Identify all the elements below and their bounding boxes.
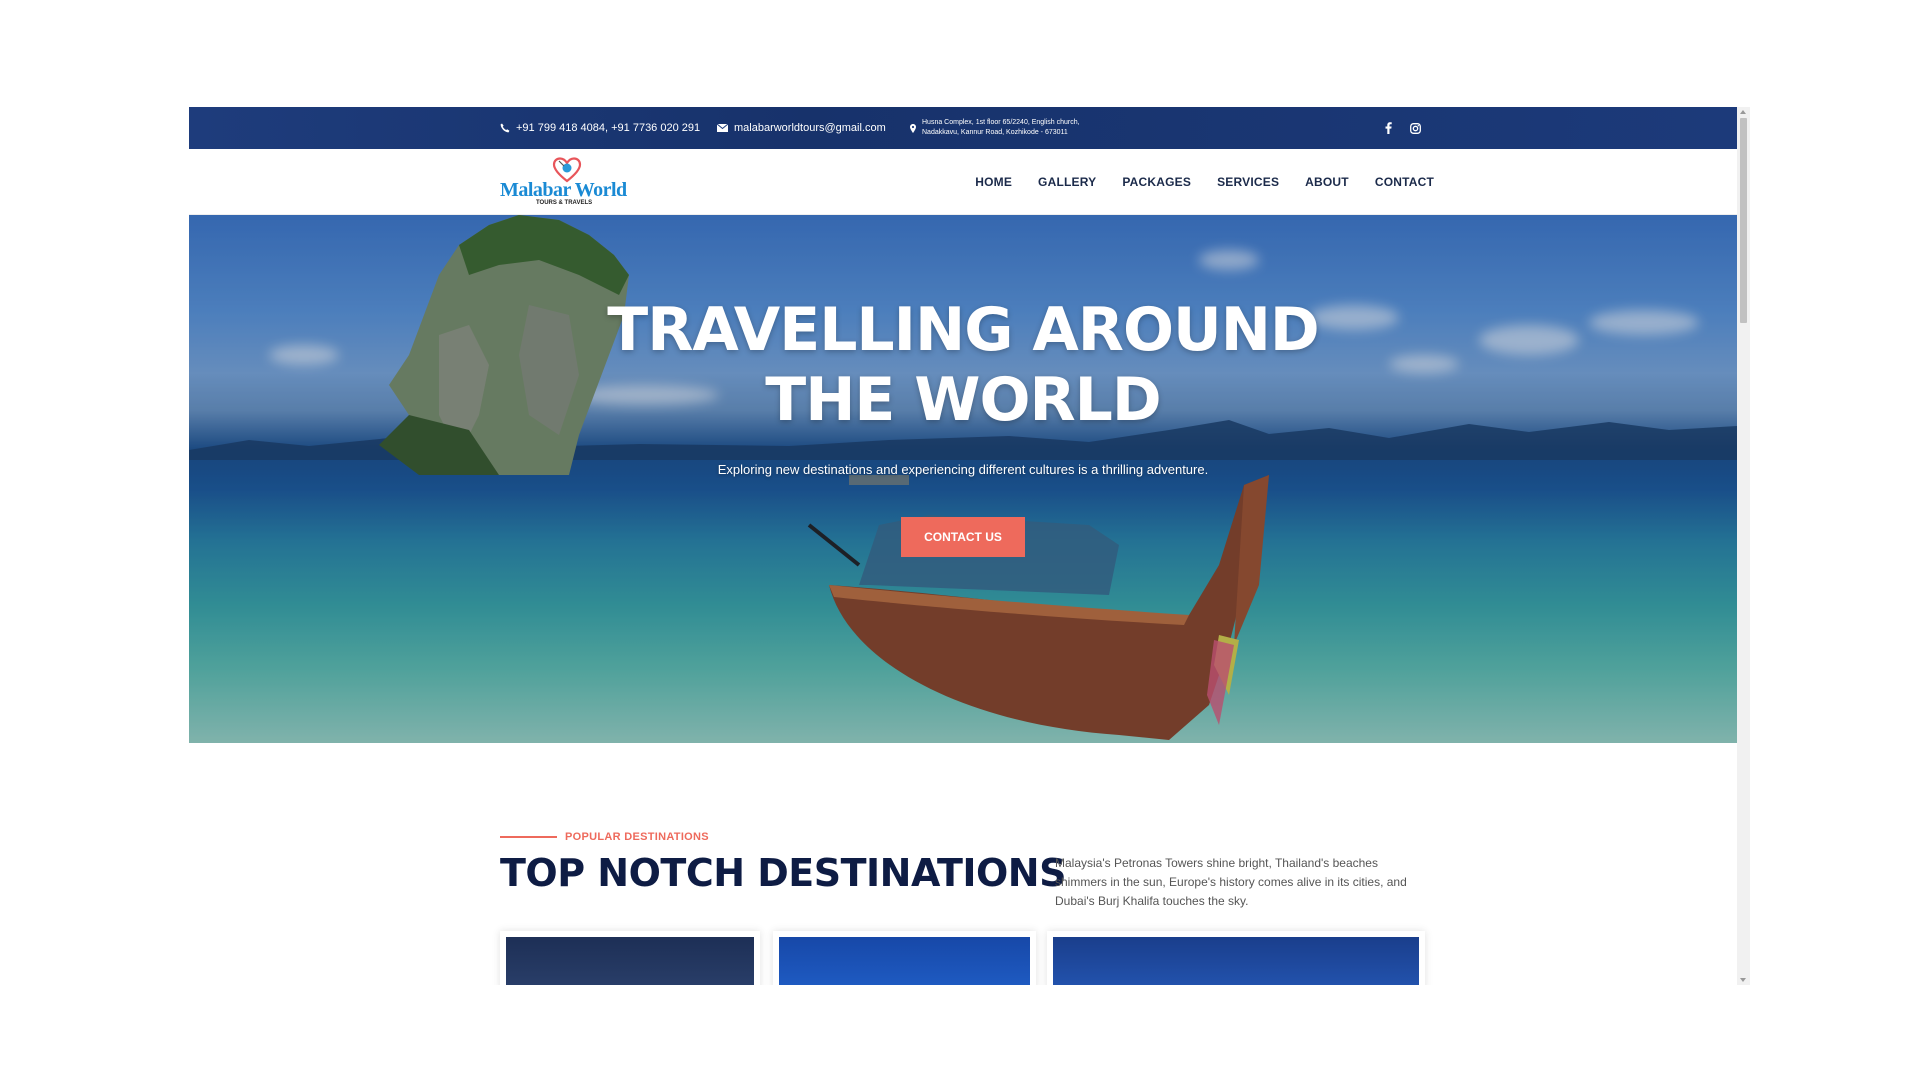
destination-image	[506, 937, 754, 985]
envelope-icon	[717, 124, 728, 132]
contact-us-button[interactable]: CONTACT US	[901, 517, 1025, 557]
top-info-bar: +91 799 418 4084, +91 7736 020 291 malab…	[189, 107, 1737, 149]
map-pin-icon	[910, 123, 916, 133]
destinations-section: POPULAR DESTINATIONS TOP NOTCH DESTINATI…	[189, 743, 1737, 985]
address-line-1: Husna Complex, 1st floor 65/2240, Englis…	[922, 119, 1080, 126]
nav-packages[interactable]: PACKAGES	[1122, 175, 1191, 189]
instagram-icon[interactable]	[1410, 122, 1421, 134]
topbar-email[interactable]: malabarworldtours@gmail.com	[717, 107, 886, 149]
destinations-eyebrow: POPULAR DESTINATIONS	[500, 831, 709, 843]
hero-banner: TRAVELLING AROUND THE WORLD Exploring ne…	[189, 215, 1737, 743]
nav-home[interactable]: HOME	[975, 175, 1012, 189]
destination-image	[779, 937, 1030, 985]
site-logo[interactable]: Malabar World TOURS & TRAVELS	[500, 157, 640, 207]
destination-card[interactable]	[773, 931, 1036, 985]
nav-contact[interactable]: CONTACT	[1375, 175, 1434, 189]
vertical-scrollbar[interactable]	[1737, 107, 1750, 985]
logo-tagline: TOURS & TRAVELS	[536, 200, 593, 206]
scroll-up-arrow-icon[interactable]	[1740, 110, 1746, 114]
eyebrow-line	[500, 836, 557, 838]
hero-title: TRAVELLING AROUND THE WORLD	[189, 295, 1737, 435]
topbar-phone[interactable]: +91 799 418 4084, +91 7736 020 291	[500, 107, 700, 149]
logo-name: Malabar World	[500, 179, 627, 201]
nav-about[interactable]: ABOUT	[1305, 175, 1349, 189]
destination-image	[1053, 937, 1419, 985]
hero-title-line-1: TRAVELLING AROUND	[607, 295, 1319, 365]
nav-services[interactable]: SERVICES	[1217, 175, 1279, 189]
nav-gallery[interactable]: GALLERY	[1038, 175, 1096, 189]
hero-subtitle: Exploring new destinations and experienc…	[717, 462, 1209, 477]
scroll-down-arrow-icon[interactable]	[1740, 978, 1746, 982]
facebook-icon[interactable]	[1385, 122, 1392, 134]
hero-title-line-2: THE WORLD	[765, 365, 1161, 435]
main-navbar: Malabar World TOURS & TRAVELS HOME GALLE…	[189, 149, 1737, 215]
phone-icon	[500, 123, 510, 133]
eyebrow-text: POPULAR DESTINATIONS	[565, 831, 709, 843]
social-links	[1385, 107, 1427, 149]
destination-card[interactable]	[500, 931, 760, 985]
nav-menu: HOME GALLERY PACKAGES SERVICES ABOUT CON…	[975, 149, 1434, 214]
phone-text: +91 799 418 4084, +91 7736 020 291	[516, 122, 701, 134]
destination-card[interactable]	[1047, 931, 1425, 985]
browser-viewport: +91 799 418 4084, +91 7736 020 291 malab…	[189, 107, 1750, 985]
scroll-thumb[interactable]	[1740, 118, 1747, 323]
destinations-title: TOP NOTCH DESTINATIONS	[500, 851, 1066, 895]
destinations-description: Malaysia's Petronas Towers shine bright,…	[1055, 856, 1407, 908]
address-line-2: Nadakkavu, Kannur Road, Kozhikode - 6730…	[922, 129, 1068, 136]
topbar-address: Husna Complex, 1st floor 65/2240, Englis…	[910, 107, 1080, 149]
email-text: malabarworldtours@gmail.com	[734, 122, 886, 134]
